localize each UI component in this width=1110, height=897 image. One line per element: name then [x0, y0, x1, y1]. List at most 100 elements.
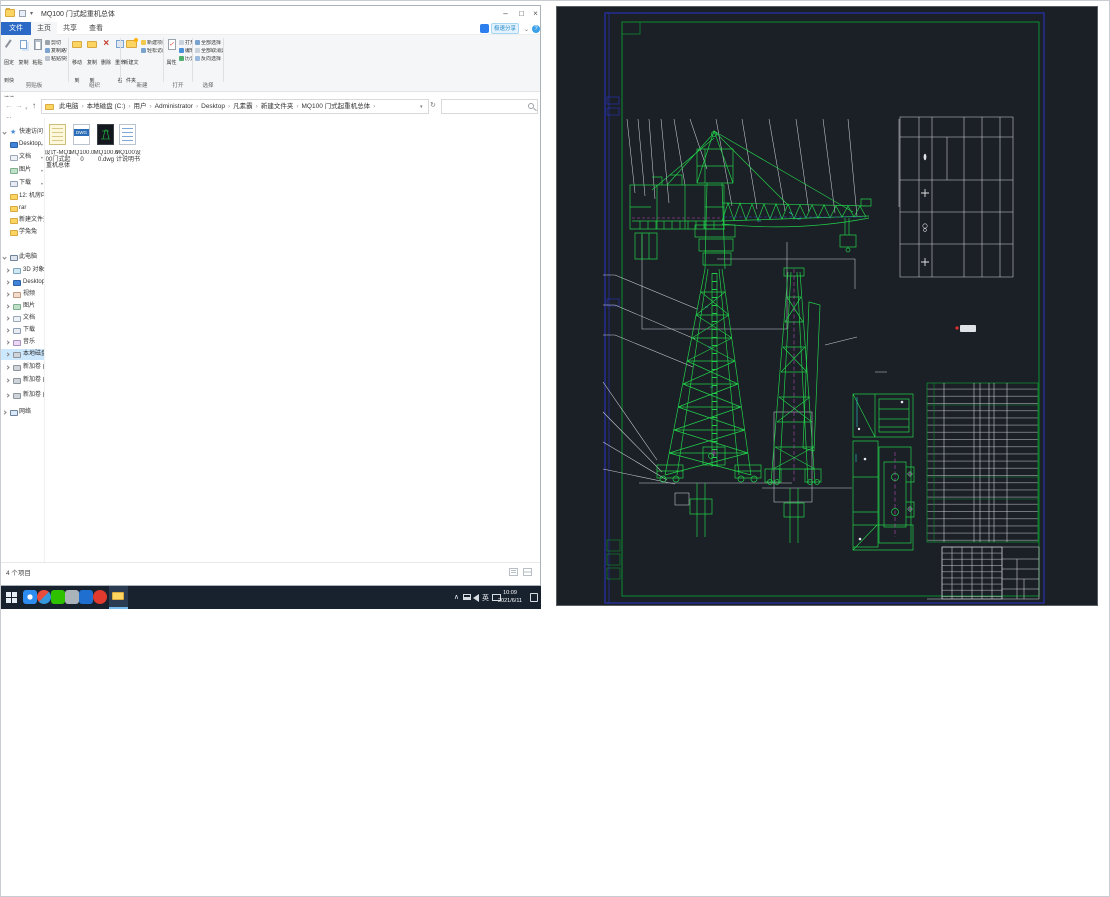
help-icon[interactable]: ?	[532, 25, 540, 33]
nav-item-videos[interactable]: 视频	[1, 289, 44, 300]
nav-network[interactable]: 网络	[1, 407, 44, 418]
paste-button[interactable]: 粘贴	[31, 37, 44, 69]
volume-icon[interactable]	[473, 594, 479, 602]
recent-locations-icon[interactable]: ▾	[25, 103, 28, 115]
nav-quick-access[interactable]: ★ 快速访问	[1, 127, 44, 138]
address-dropdown-icon[interactable]: ▾	[420, 104, 423, 110]
nav-this-pc[interactable]: 此电脑	[1, 252, 44, 263]
nav-item-volume-f[interactable]: 新加卷 (F:)	[1, 390, 44, 401]
chevron-right-icon[interactable]	[5, 268, 10, 273]
select-none-button[interactable]: 全部取消选择	[195, 48, 223, 56]
chevron-right-icon[interactable]	[5, 280, 10, 285]
nav-item-folder[interactable]: 学兔兔	[1, 227, 44, 238]
start-button[interactable]	[6, 592, 17, 603]
up-icon[interactable]: ↑	[32, 100, 36, 112]
nav-item-downloads[interactable]: 下载 •	[1, 178, 44, 189]
nav-item-desktop[interactable]: Desktop	[1, 277, 44, 288]
copy-button[interactable]: 复制	[17, 37, 30, 69]
open-button[interactable]: 打开	[179, 40, 192, 48]
history-button[interactable]: 历史记录	[179, 56, 192, 64]
new-folder-button[interactable]: 新建文件夹	[122, 37, 140, 87]
chevron-right-icon[interactable]	[5, 340, 10, 345]
paste-shortcut-button[interactable]: 粘贴快捷方式	[45, 56, 67, 64]
close-button[interactable]: ×	[528, 6, 543, 21]
taskbar-app-icon[interactable]	[37, 590, 51, 604]
nav-item-desktop[interactable]: Desktop •	[1, 139, 44, 150]
chevron-right-icon[interactable]	[5, 378, 10, 383]
nav-item-pictures[interactable]: 图片	[1, 301, 44, 312]
chevron-down-icon[interactable]	[2, 130, 7, 135]
search-input[interactable]	[441, 99, 538, 114]
quick-access-dropdown-icon[interactable]: ▾	[30, 10, 33, 17]
nav-item-volume-e[interactable]: 新加卷 (E:)	[1, 375, 44, 386]
nav-item-documents[interactable]: 文档 •	[1, 152, 44, 163]
minimize-button[interactable]: –	[498, 6, 513, 21]
chevron-right-icon[interactable]	[5, 365, 10, 370]
breadcrumb-item[interactable]: 凡素霸	[232, 100, 254, 113]
nav-item-music[interactable]: 音乐	[1, 337, 44, 348]
chevron-right-icon[interactable]	[5, 393, 10, 398]
taskbar-app-icon[interactable]	[65, 590, 79, 604]
chevron-right-icon[interactable]	[5, 292, 10, 297]
tab-view[interactable]: 查看	[83, 22, 109, 35]
quick-access-toolbar-icon[interactable]	[19, 10, 26, 17]
copy-path-button[interactable]: 复制路径	[45, 48, 67, 56]
network-icon[interactable]	[463, 594, 471, 600]
tab-file[interactable]: 文件	[1, 22, 31, 35]
taskbar-app-icon[interactable]	[23, 590, 37, 604]
nav-item-folder[interactable]: 新建文件夹	[1, 215, 44, 226]
baidu-netdisk-icon[interactable]	[480, 24, 489, 33]
details-view-icon[interactable]	[509, 568, 518, 576]
maximize-button[interactable]: □	[514, 6, 529, 21]
thumbnail-view-icon[interactable]	[523, 568, 532, 576]
chevron-right-icon[interactable]	[5, 304, 10, 309]
breadcrumb-item[interactable]: Desktop	[200, 100, 226, 113]
collapse-ribbon-icon[interactable]: ⌄	[524, 26, 529, 33]
file-list[interactable]: 设计-MQ100门式起重机总体 DWG MQ100.00 MQ100.00.dw…	[44, 118, 540, 562]
breadcrumb-item[interactable]: 新建文件夹	[260, 100, 295, 113]
refresh-icon[interactable]: ↻	[430, 101, 436, 109]
tray-chevron-up-icon[interactable]: ∧	[454, 593, 459, 601]
notification-center-icon[interactable]	[530, 593, 538, 602]
nav-item-folder[interactable]: rar	[1, 203, 44, 214]
forward-icon[interactable]: →	[15, 100, 23, 112]
taskbar-app-icon[interactable]	[51, 590, 65, 604]
chevron-down-icon[interactable]	[2, 255, 7, 260]
ime-indicator[interactable]: 英	[482, 593, 489, 603]
nav-item-downloads[interactable]: 下载	[1, 325, 44, 336]
taskbar-explorer-active[interactable]	[109, 586, 128, 609]
chevron-right-icon[interactable]	[2, 410, 7, 415]
nav-item-volume-d[interactable]: 新加卷 (D:)	[1, 362, 44, 373]
breadcrumb-item[interactable]: MQ100 门式起重机总体	[301, 100, 372, 113]
nav-item-documents[interactable]: 文档	[1, 313, 44, 324]
nav-item-local-disk-c[interactable]: 本地磁盘 (C:)	[1, 349, 44, 360]
tab-home[interactable]: 主页	[31, 22, 57, 35]
delete-button[interactable]: × 删除	[100, 37, 112, 69]
breadcrumb[interactable]: 此电脑 › 本地磁盘 (C:) › 用户 › Administrator › Desktop › 凡…	[41, 99, 429, 114]
breadcrumb-item[interactable]: 本地磁盘 (C:)	[86, 100, 127, 113]
nav-item-folder[interactable]: 12: 机房PLC (2M	[1, 191, 44, 202]
select-all-button[interactable]: 全部选择	[195, 40, 223, 48]
baidu-share-button[interactable]: 极速分享	[491, 23, 519, 34]
cad-window[interactable]	[556, 6, 1098, 606]
chevron-right-icon[interactable]	[5, 316, 10, 321]
move-to-button[interactable]: 移动到	[70, 37, 84, 87]
taskbar-app-icon[interactable]	[79, 590, 93, 604]
back-icon[interactable]: ←	[5, 100, 13, 112]
tab-share[interactable]: 共享	[57, 22, 83, 35]
edit-button[interactable]: 编辑	[179, 48, 192, 56]
invert-selection-button[interactable]: 反向选择	[195, 56, 223, 64]
chevron-right-icon[interactable]	[5, 328, 10, 333]
nav-item-pictures[interactable]: 图片 •	[1, 165, 44, 176]
easy-access-button[interactable]: 轻松访问	[141, 48, 163, 56]
title-bar[interactable]: ▾ MQ100 门式起重机总体 – □ ×	[1, 6, 540, 22]
cad-canvas[interactable]	[557, 7, 1099, 607]
taskbar-app-icon[interactable]	[93, 590, 107, 604]
cut-button[interactable]: 剪切	[45, 40, 67, 48]
clock[interactable]: 10:09 2021/6/11	[493, 589, 527, 605]
breadcrumb-item[interactable]: 此电脑	[58, 100, 80, 113]
nav-item-3d-objects[interactable]: 3D 对象	[1, 265, 44, 276]
breadcrumb-item[interactable]: 用户	[132, 100, 147, 113]
breadcrumb-item[interactable]: Administrator	[154, 100, 194, 113]
new-item-button[interactable]: 新建项目	[141, 40, 163, 48]
